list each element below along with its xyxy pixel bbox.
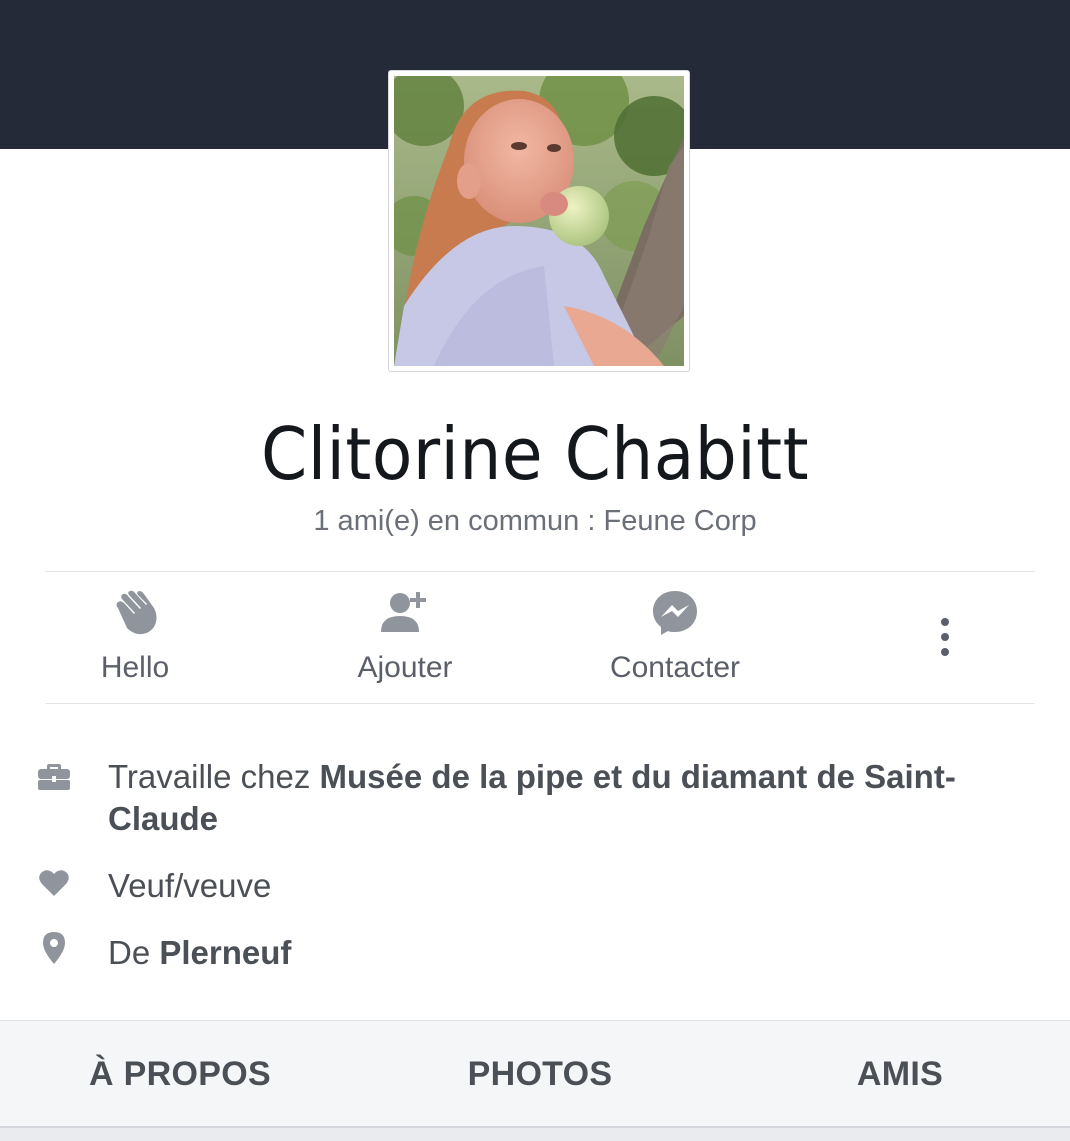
divider-top xyxy=(45,571,1035,572)
hello-button[interactable]: Hello xyxy=(5,585,265,685)
more-vertical-icon xyxy=(941,618,949,656)
tab-friends[interactable]: AMIS xyxy=(720,1021,1070,1127)
profile-picture[interactable] xyxy=(388,70,690,372)
hello-label: Hello xyxy=(100,651,170,684)
tab-photos[interactable]: PHOTOS xyxy=(360,1021,720,1127)
relationship-text: Veuf/veuve xyxy=(108,867,272,904)
briefcase-icon xyxy=(36,758,72,794)
contact-button[interactable]: Contacter xyxy=(545,585,805,685)
profile-photo-image xyxy=(394,76,684,366)
hometown-text: De Plerneuf xyxy=(108,932,988,974)
work-prefix: Travaille chez xyxy=(108,758,320,795)
add-friend-button[interactable]: Ajouter xyxy=(275,585,535,685)
hometown-link[interactable]: Plerneuf xyxy=(159,934,291,971)
wave-hand-icon xyxy=(5,585,265,641)
messenger-icon xyxy=(545,585,805,641)
work-text: Travaille chez Musée de la pipe et du di… xyxy=(108,756,988,840)
divider-bottom xyxy=(45,703,1035,704)
profile-name: Clitorine Chabitt xyxy=(260,412,810,496)
mutual-friends[interactable]: 1 ami(e) en commun : Feune Corp xyxy=(0,505,1070,538)
hometown-prefix: De xyxy=(108,934,160,971)
heart-icon xyxy=(36,865,72,901)
profile-tabbar: À PROPOS PHOTOS AMIS xyxy=(0,1020,1070,1128)
more-options-button[interactable] xyxy=(920,612,970,662)
bottom-strip xyxy=(0,1128,1070,1141)
add-friend-label: Ajouter xyxy=(357,651,453,684)
location-pin-icon xyxy=(36,930,72,966)
tab-about[interactable]: À PROPOS xyxy=(0,1021,360,1127)
contact-label: Contacter xyxy=(609,651,741,684)
add-friend-icon xyxy=(275,585,535,641)
